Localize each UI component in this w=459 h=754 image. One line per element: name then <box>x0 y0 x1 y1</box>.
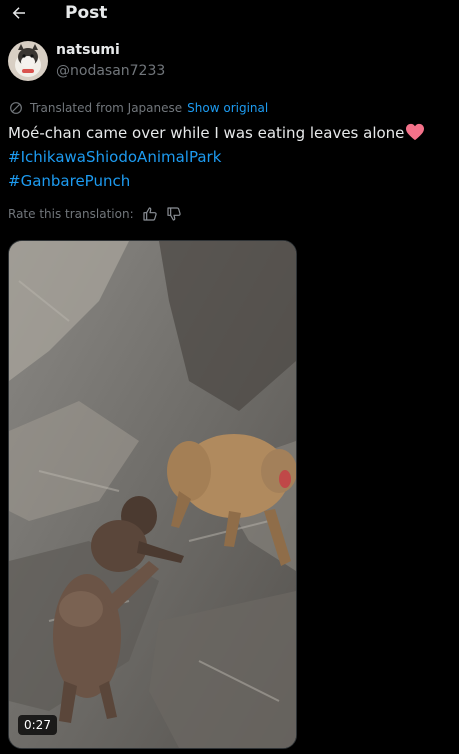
thumbs-down-icon <box>167 207 181 221</box>
arrow-left-icon <box>12 7 25 19</box>
translate-icon <box>10 102 22 114</box>
thumbs-up-button[interactable] <box>142 206 158 222</box>
author-handle[interactable]: @nodasan7233 <box>56 63 165 79</box>
heart-emoji-icon <box>406 123 425 141</box>
video-duration-badge: 0:27 <box>18 715 57 735</box>
post-text: Moé-chan came over while I was eating le… <box>8 124 405 142</box>
back-button[interactable] <box>8 2 30 24</box>
hashtag-link[interactable]: #IchikawaShiodoAnimalPark <box>8 145 448 169</box>
post-text-line: Moé-chan came over while I was eating le… <box>8 121 448 145</box>
rate-translation-label: Rate this translation: <box>8 207 134 221</box>
top-bar: Post <box>0 0 459 30</box>
translation-notice: Translated from Japanese Show original <box>8 99 268 117</box>
page-title: Post <box>65 3 108 23</box>
translation-label: Translated from Japanese <box>30 101 183 115</box>
video-player[interactable] <box>8 240 297 749</box>
rate-translation: Rate this translation: <box>8 206 182 222</box>
avatar[interactable] <box>8 41 48 81</box>
author-name[interactable]: natsumi <box>56 42 120 58</box>
post-body: Moé-chan came over while I was eating le… <box>8 121 448 193</box>
thumbs-down-button[interactable] <box>166 206 182 222</box>
video-thumbnail <box>9 241 296 748</box>
thumbs-up-icon <box>143 207 157 221</box>
show-original-link[interactable]: Show original <box>187 101 268 115</box>
hashtag-link[interactable]: #GanbarePunch <box>8 169 448 193</box>
